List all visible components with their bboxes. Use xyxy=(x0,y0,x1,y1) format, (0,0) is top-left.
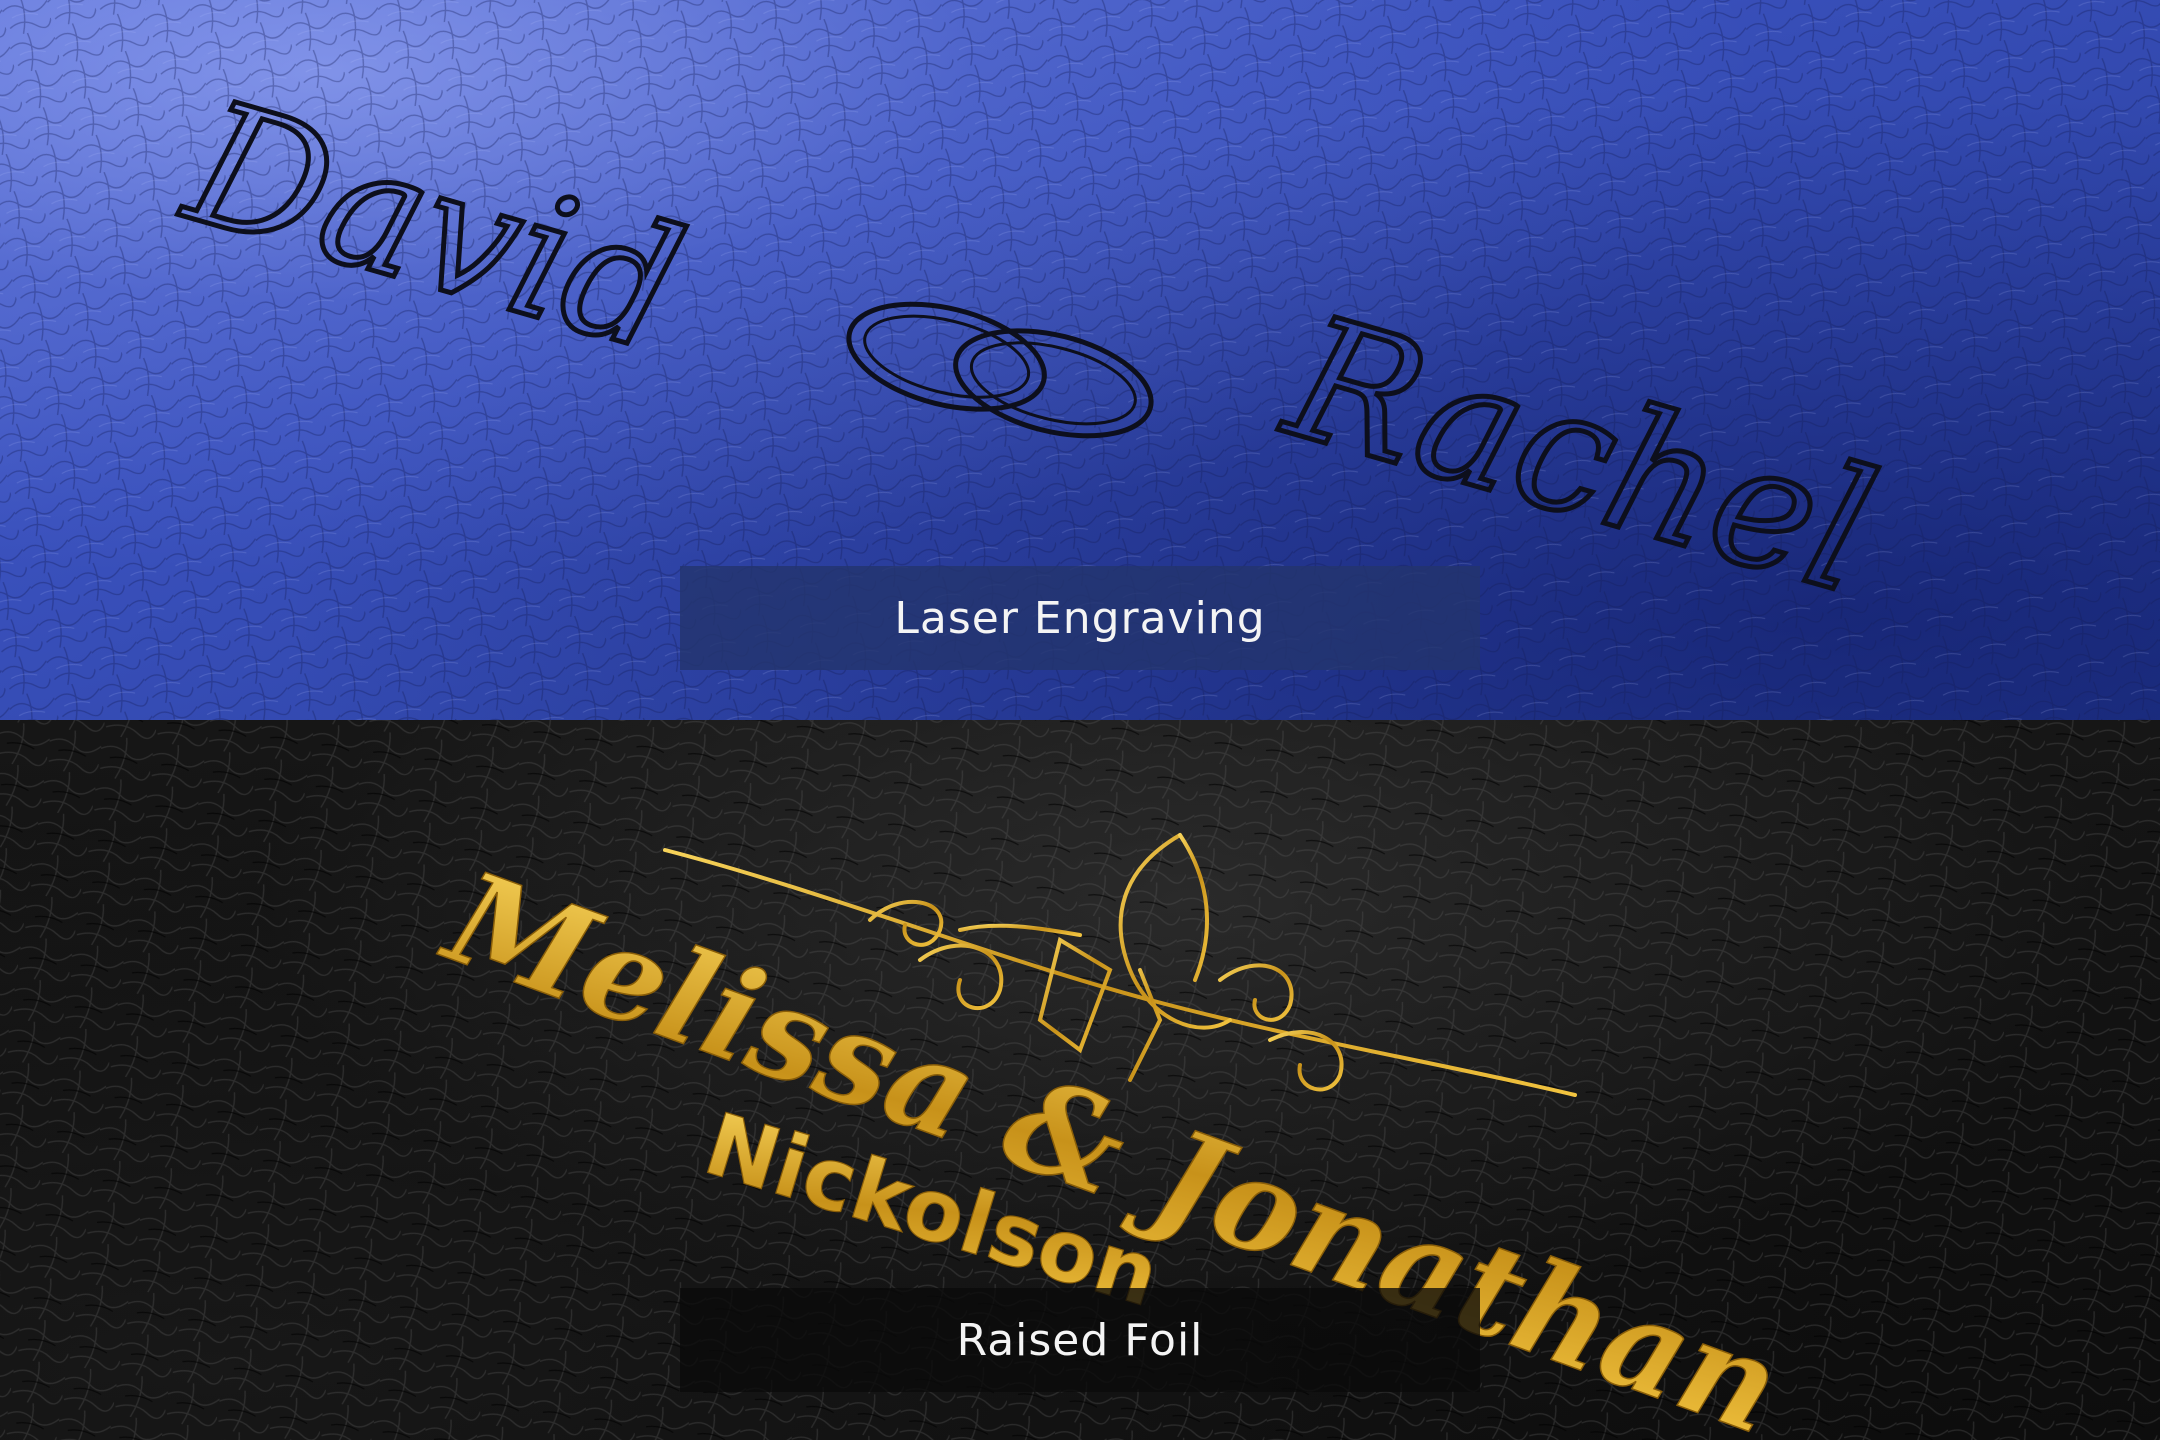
black-leather-panel: Melissa & Jonathan Nickolson Raised Foil xyxy=(0,720,2160,1440)
name-left-engraved: David xyxy=(166,63,701,391)
caption-text: Laser Engraving xyxy=(894,592,1266,644)
caption-laser-engraving: Laser Engraving xyxy=(680,566,1480,670)
wedding-rings-icon xyxy=(846,301,1154,439)
image-stage: David Rachel Laser Engraving Melissa & J… xyxy=(0,0,2160,1440)
caption-raised-foil: Raised Foil xyxy=(680,1288,1480,1392)
caption-text: Raised Foil xyxy=(956,1314,1204,1366)
blue-leather-panel: David Rachel Laser Engraving xyxy=(0,0,2160,720)
